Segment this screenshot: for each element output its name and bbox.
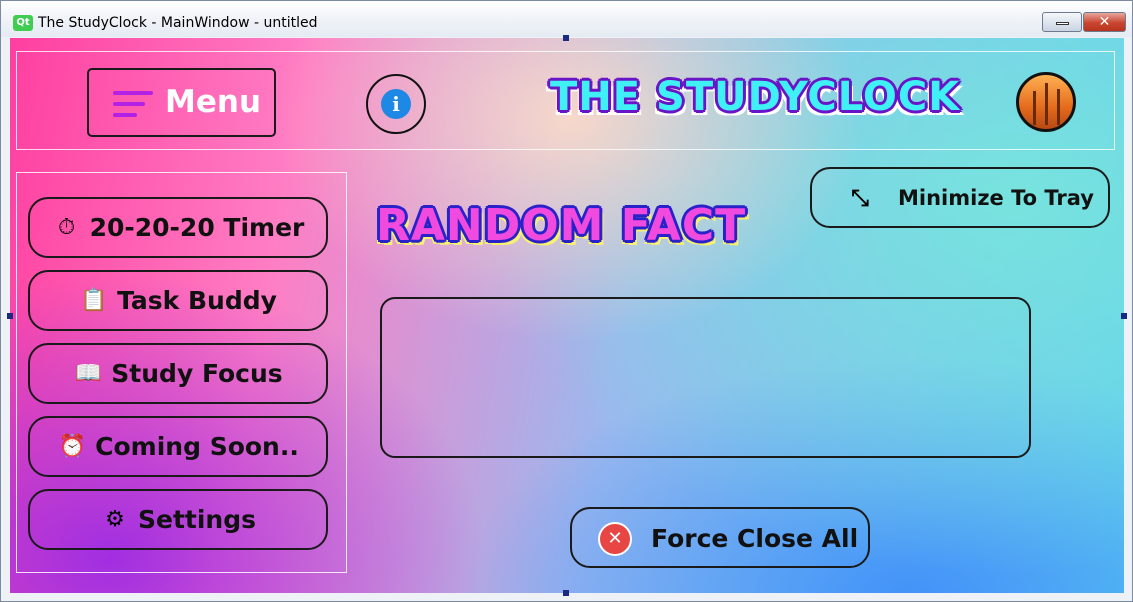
main-window: Qt The StudyClock - MainWindow - untitle… [0,0,1133,602]
alarm-clock-icon: ⏰ [58,433,86,459]
menu-button[interactable]: Menu [87,68,276,137]
sidebar-item-study-focus[interactable]: 📖 Study Focus [28,343,328,404]
sidebar-item-timer[interactable]: ⏱ 20-20-20 Timer [28,197,328,258]
resize-handle-right[interactable] [1121,313,1127,319]
sidebar-item-label: Study Focus [111,359,283,388]
avatar[interactable] [1016,72,1076,132]
window-close-button[interactable]: ✕ [1083,12,1126,32]
sidebar-item-settings[interactable]: ⚙ Settings [28,489,328,550]
minimize-icon [1056,22,1069,25]
gear-icon: ⚙ [105,506,125,532]
app-title: THE STUDYCLOCK [550,74,961,120]
minimize-arrows-icon: ⤡ [851,186,869,211]
reading-student-icon: 📖 [74,360,102,386]
random-fact-display [380,297,1031,458]
sidebar-item-label: Coming Soon.. [95,432,299,461]
sidebar-item-label: Settings [137,505,256,534]
random-fact-title: RANDOM FACT [376,200,747,251]
info-icon: i [381,89,411,119]
sidebar-item-label: 20-20-20 Timer [89,213,305,242]
resize-handle-bottom[interactable] [563,590,569,596]
qt-app-icon: Qt [13,15,33,31]
minimize-to-tray-button[interactable]: ⤡ Minimize To Tray [810,167,1110,228]
task-checklist-icon: 📋 [80,287,108,313]
stopwatch-icon: ⏱ [58,214,76,240]
close-circle-icon: ✕ [598,522,632,556]
minimize-to-tray-label: Minimize To Tray [898,186,1094,210]
window-minimize-button[interactable] [1042,12,1082,32]
window-title: The StudyClock - MainWindow - untitled [38,15,318,31]
hamburger-icon [113,91,153,117]
sidebar-item-label: Task Buddy [117,286,277,315]
title-bar[interactable]: Qt The StudyClock - MainWindow - untitle… [1,1,1132,37]
menu-label: Menu [165,84,262,120]
info-button[interactable]: i [366,74,426,134]
force-close-all-button[interactable]: ✕ Force Close All [570,507,870,568]
client-area: Menu i THE STUDYCLOCK ⏱ 20-20-20 Timer 📋… [10,38,1124,593]
force-close-all-label: Force Close All [651,524,859,553]
sidebar-item-coming-soon[interactable]: ⏰ Coming Soon.. [28,416,328,477]
resize-handle-top[interactable] [563,35,569,41]
resize-handle-left[interactable] [7,313,13,319]
sidebar-item-task-buddy[interactable]: 📋 Task Buddy [28,270,328,331]
